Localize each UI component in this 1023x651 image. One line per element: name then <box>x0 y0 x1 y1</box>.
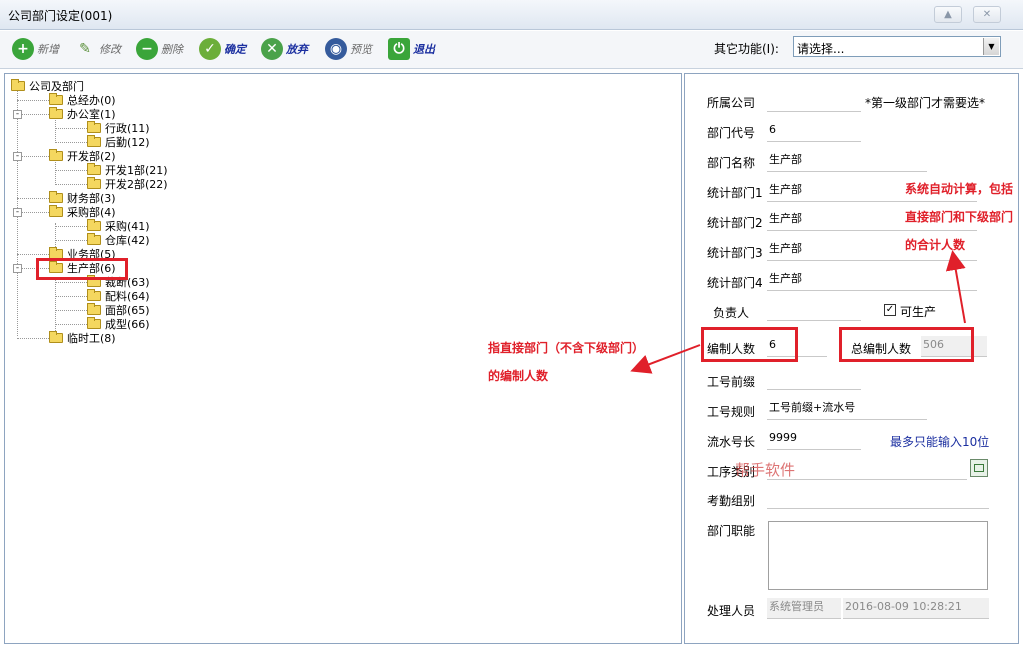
folder-icon <box>49 331 63 343</box>
tree-node[interactable]: 开发1部(21) <box>87 163 168 177</box>
company-hint: *第一级部门才需要选* <box>865 96 986 110</box>
company-label: 所属公司 <box>707 96 756 110</box>
handler-label: 处理人员 <box>707 604 756 618</box>
tree-node[interactable]: 临时工(8) <box>49 331 116 345</box>
minimize-button[interactable]: ▲ <box>934 6 962 23</box>
folder-icon <box>87 163 101 175</box>
folder-icon <box>49 191 63 203</box>
id-rule-label: 工号规则 <box>707 405 756 419</box>
tree-node[interactable]: 开发部(2) <box>49 149 116 163</box>
producible-checkbox[interactable]: ✓ <box>884 304 896 316</box>
expand-toggle-icon[interactable]: - <box>13 264 22 273</box>
tree-root[interactable]: 公司及部门 <box>11 79 84 93</box>
total-headcount-highlight <box>839 327 974 362</box>
folder-icon <box>87 289 101 301</box>
tree-node[interactable]: 采购(41) <box>87 219 150 233</box>
window-title: 公司部门设定(001) <box>8 9 113 23</box>
pencil-icon: ✎ <box>79 41 91 57</box>
attendance-group-label: 考勤组别 <box>707 494 756 508</box>
exit-button[interactable]: ⏻ 退出 <box>388 35 435 63</box>
selected-node-highlight <box>36 258 128 280</box>
manager-label: 负责人 <box>713 306 750 320</box>
close-icon: ✕ <box>982 9 992 20</box>
code-field[interactable]: 6 <box>767 121 861 142</box>
headcount-highlight <box>701 327 798 362</box>
minus-icon: − <box>136 38 158 60</box>
handler-time-field: 2016-08-09 10:28:21 <box>843 598 989 619</box>
add-button[interactable]: + 新增 <box>12 35 59 63</box>
preview-button[interactable]: ◉ 预览 <box>325 35 372 63</box>
folder-icon <box>11 79 25 91</box>
handler-field: 系统管理员 <box>767 598 841 619</box>
delete-button[interactable]: − 删除 <box>136 35 183 63</box>
folder-icon <box>87 219 101 231</box>
preview-icon: ◉ <box>325 38 347 60</box>
id-prefix-field[interactable] <box>767 369 861 390</box>
tree-node[interactable]: 财务部(3) <box>49 191 116 205</box>
x-icon: ✕ <box>261 38 283 60</box>
tree-node[interactable]: 后勤(12) <box>87 135 150 149</box>
folder-icon <box>49 107 63 119</box>
tree-node[interactable]: 仓库(42) <box>87 233 150 247</box>
expand-toggle-icon[interactable]: - <box>13 110 22 119</box>
process-category-field[interactable] <box>767 459 967 480</box>
window-titlebar: 公司部门设定(001) ▲ ✕ <box>0 0 1023 30</box>
stat3-label: 统计部门3 <box>707 246 763 260</box>
duty-label: 部门职能 <box>707 524 756 538</box>
stat4-label: 统计部门4 <box>707 276 763 290</box>
producible-label: 可生产 <box>900 305 937 319</box>
note-total-headcount: 系统自动计算，包括直接部门和下级部门的合计人数 <box>905 182 1014 252</box>
other-functions-select[interactable]: 请选择... ▼ <box>793 36 1001 57</box>
folder-icon <box>87 135 101 147</box>
chevron-down-icon: ▼ <box>983 38 999 55</box>
stat4-field[interactable]: 生产部 <box>767 270 977 291</box>
serial-length-hint: 最多只能输入10位 <box>890 435 990 449</box>
plus-icon: + <box>12 38 34 60</box>
note-direct-headcount: 指直接部门（不含下级部门）的编制人数 <box>488 341 645 383</box>
tree-node[interactable]: 开发2部(22) <box>87 177 168 191</box>
expand-toggle-icon[interactable]: - <box>13 152 22 161</box>
code-label: 部门代号 <box>707 126 756 140</box>
watermark-text: 帮手软件 <box>735 461 796 479</box>
folder-icon <box>49 93 63 105</box>
stat1-label: 统计部门1 <box>707 186 763 200</box>
id-prefix-label: 工号前缀 <box>707 375 756 389</box>
manager-field[interactable] <box>767 300 861 321</box>
lookup-icon[interactable] <box>970 459 988 477</box>
check-icon: ✓ <box>199 38 221 60</box>
duty-textarea[interactable] <box>768 521 988 590</box>
name-field[interactable]: 生产部 <box>767 151 927 172</box>
serial-length-field[interactable]: 9999 <box>767 429 861 450</box>
discard-button[interactable]: ✕ 放弃 <box>261 35 308 63</box>
tree-node[interactable]: 行政(11) <box>87 121 150 135</box>
tree-node[interactable]: 办公室(1) <box>49 107 116 121</box>
name-label: 部门名称 <box>707 156 756 170</box>
tree-node[interactable]: 成型(66) <box>87 317 150 331</box>
company-field[interactable] <box>767 91 861 112</box>
tree-node[interactable]: 总经办(0) <box>49 93 116 107</box>
folder-icon <box>87 303 101 315</box>
serial-length-label: 流水号长 <box>707 435 756 449</box>
up-arrow-icon: ▲ <box>944 9 952 20</box>
folder-icon <box>49 149 63 161</box>
tree-node[interactable]: 采购部(4) <box>49 205 116 219</box>
tree-node[interactable]: 配料(64) <box>87 289 150 303</box>
folder-icon <box>49 205 63 217</box>
power-icon: ⏻ <box>388 38 410 60</box>
other-functions-label: 其它功能(I): <box>714 42 779 56</box>
folder-icon <box>87 121 101 133</box>
ok-button[interactable]: ✓ 确定 <box>199 35 246 63</box>
folder-icon <box>87 317 101 329</box>
stat2-label: 统计部门2 <box>707 216 763 230</box>
folder-icon <box>87 233 101 245</box>
id-rule-field[interactable]: 工号前缀+流水号 <box>767 399 927 420</box>
edit-button[interactable]: ✎ 修改 <box>74 35 121 63</box>
expand-toggle-icon[interactable]: - <box>13 208 22 217</box>
close-button[interactable]: ✕ <box>973 6 1001 23</box>
folder-icon <box>87 177 101 189</box>
tree-node[interactable]: 面部(65) <box>87 303 150 317</box>
attendance-group-field[interactable] <box>767 488 989 509</box>
